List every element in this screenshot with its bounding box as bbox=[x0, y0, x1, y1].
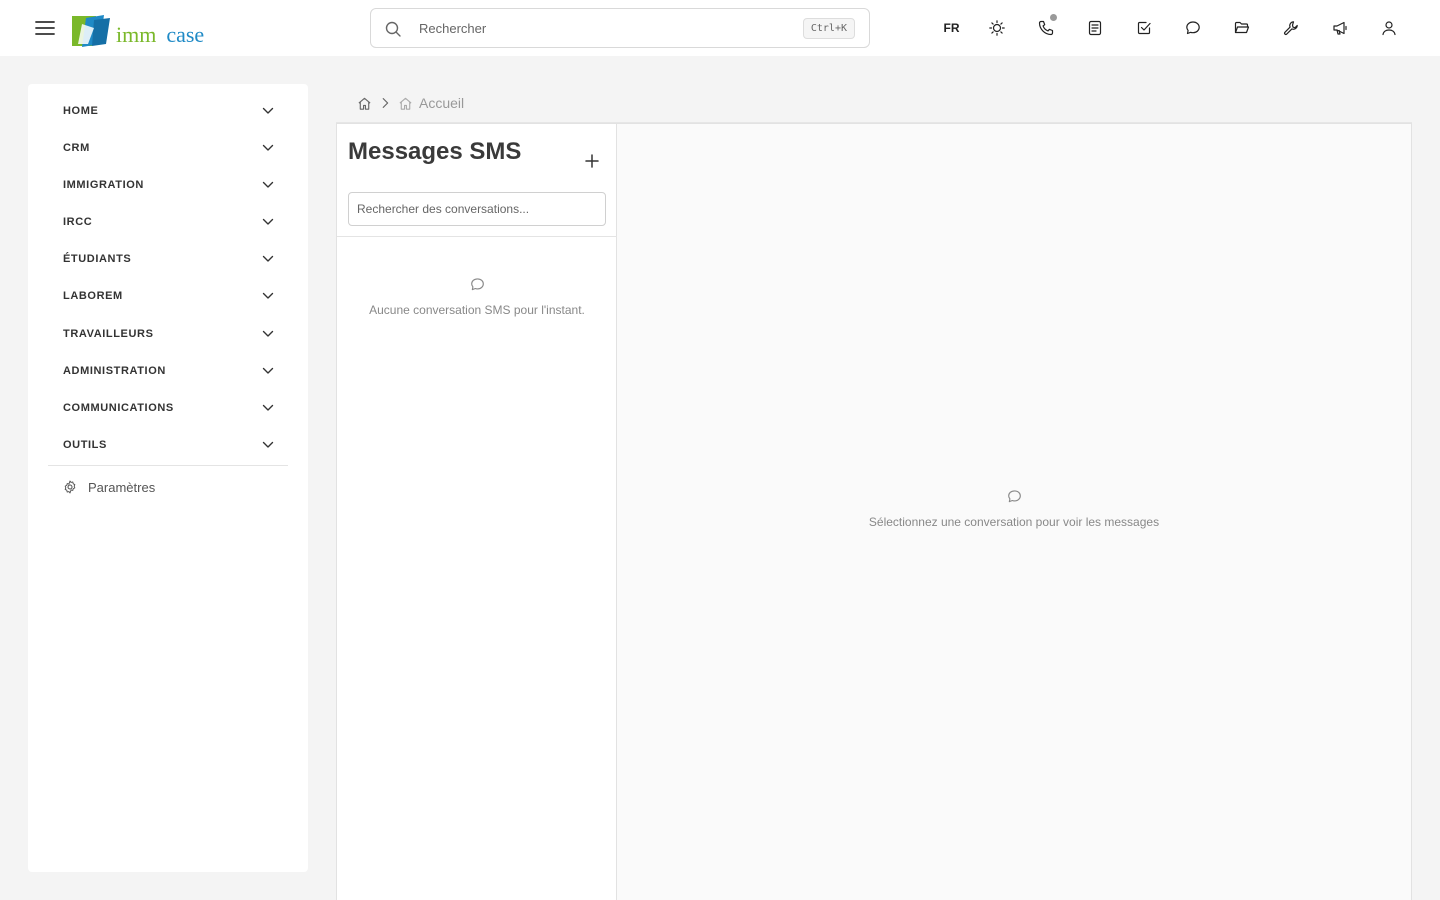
page-title: Messages SMS bbox=[348, 138, 522, 165]
sidebar-item-label: COMMUNICATIONS bbox=[63, 401, 174, 414]
chevron-down-icon bbox=[262, 367, 274, 374]
sidebar-item-travailleurs[interactable]: TRAVAILLEURS bbox=[48, 315, 288, 352]
chevron-down-icon bbox=[262, 255, 274, 262]
chevron-down-icon bbox=[262, 181, 274, 188]
chevron-down-icon bbox=[262, 330, 274, 337]
conversation-list-pane: Messages SMS Aucune conversation SMS pou… bbox=[337, 124, 617, 900]
chevron-down-icon bbox=[262, 144, 274, 151]
empty-conversations-text: Aucune conversation SMS pour l'instant. bbox=[369, 303, 585, 317]
sidebar-divider bbox=[48, 465, 288, 466]
sidebar-item-label: IMMIGRATION bbox=[63, 178, 144, 191]
logo-word-case: case bbox=[166, 22, 205, 47]
conversation-search-input[interactable] bbox=[348, 192, 606, 226]
sidebar-item-label: LABOREM bbox=[63, 289, 123, 302]
sidebar-item-label: HOME bbox=[63, 104, 99, 117]
phone-icon[interactable] bbox=[1021, 12, 1070, 44]
logo-mark-icon bbox=[72, 15, 110, 47]
search-input[interactable] bbox=[419, 18, 779, 38]
language-switcher[interactable]: FR bbox=[931, 12, 972, 44]
breadcrumb: Accueil bbox=[357, 94, 464, 112]
sidebar-item-settings[interactable]: Paramètres bbox=[63, 476, 155, 498]
gear-icon bbox=[64, 480, 76, 494]
sidebar-item-crm[interactable]: CRM bbox=[48, 129, 288, 166]
sidebar-item-label: TRAVAILLEURS bbox=[63, 327, 154, 340]
chat-icon bbox=[470, 278, 484, 291]
sidebar-item-etudiants[interactable]: ÉTUDIANTS bbox=[48, 240, 288, 277]
chat-icon[interactable] bbox=[1168, 12, 1217, 44]
select-conversation-text: Sélectionnez une conversation pour voir … bbox=[868, 515, 1160, 529]
sidebar-item-label: Paramètres bbox=[88, 479, 156, 495]
sidebar: HOME CRM IMMIGRATION IRCC ÉTUDIANTS LABO… bbox=[28, 84, 308, 872]
sidebar-item-outils[interactable]: OUTILS bbox=[48, 426, 288, 463]
sidebar-item-label: ADMINISTRATION bbox=[63, 364, 166, 377]
global-search[interactable]: Ctrl+K bbox=[370, 8, 870, 48]
sidebar-item-label: ÉTUDIANTS bbox=[63, 252, 132, 265]
sidebar-item-home[interactable]: HOME bbox=[48, 92, 288, 129]
search-shortcut-badge: Ctrl+K bbox=[802, 18, 855, 39]
sidebar-item-label: CRM bbox=[63, 141, 90, 154]
chevron-down-icon bbox=[262, 441, 274, 448]
chevron-down-icon bbox=[262, 218, 274, 225]
chevron-down-icon bbox=[262, 404, 274, 411]
sidebar-item-label: IRCC bbox=[63, 215, 93, 228]
sidebar-item-immigration[interactable]: IMMIGRATION bbox=[48, 166, 288, 203]
sidebar-item-administration[interactable]: ADMINISTRATION bbox=[48, 352, 288, 389]
chevron-right-icon bbox=[382, 98, 389, 108]
sun-icon[interactable] bbox=[972, 12, 1021, 44]
home-outline-icon bbox=[399, 97, 412, 110]
user-icon[interactable] bbox=[1364, 12, 1413, 44]
sidebar-item-communications[interactable]: COMMUNICATIONS bbox=[48, 389, 288, 426]
app-logo[interactable]: imm case bbox=[70, 10, 204, 48]
chat-icon bbox=[1007, 490, 1021, 503]
folder-open-icon[interactable] bbox=[1217, 12, 1266, 44]
top-bar: immcase Ctrl+K FR bbox=[0, 0, 1440, 56]
sms-messages-panel: Messages SMS Aucune conversation SMS pou… bbox=[336, 123, 1412, 900]
notes-icon[interactable] bbox=[1070, 12, 1119, 44]
search-icon bbox=[385, 21, 401, 37]
logo-word-imm: imm bbox=[116, 22, 157, 47]
chevron-down-icon bbox=[262, 107, 274, 114]
header-toolbar: FR bbox=[931, 12, 1413, 44]
chevron-down-icon bbox=[262, 292, 274, 299]
conversation-list-empty-state: Aucune conversation SMS pour l'instant. bbox=[337, 277, 617, 317]
wrench-icon[interactable] bbox=[1266, 12, 1315, 44]
breadcrumb-current: Accueil bbox=[419, 95, 465, 111]
conversation-list-divider bbox=[337, 236, 617, 237]
sidebar-item-laborem[interactable]: LABOREM bbox=[48, 277, 288, 314]
sidebar-item-label: OUTILS bbox=[63, 438, 107, 451]
sidebar-item-ircc[interactable]: IRCC bbox=[48, 203, 288, 240]
plus-icon bbox=[585, 154, 599, 168]
megaphone-icon[interactable] bbox=[1315, 12, 1364, 44]
task-check-icon[interactable] bbox=[1119, 12, 1168, 44]
home-icon[interactable] bbox=[357, 96, 372, 111]
new-conversation-button[interactable] bbox=[582, 151, 602, 171]
hamburger-menu-icon[interactable] bbox=[33, 16, 57, 40]
notification-dot bbox=[1050, 14, 1057, 21]
message-pane-empty-state: Sélectionnez une conversation pour voir … bbox=[617, 489, 1411, 529]
